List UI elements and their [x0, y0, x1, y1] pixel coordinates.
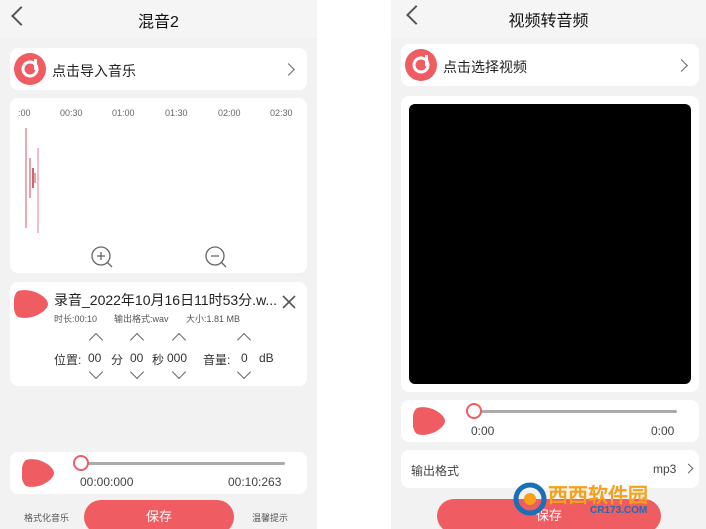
chevron-right-icon: [282, 63, 295, 76]
timeline-tick: 01:00: [112, 108, 135, 118]
second-down-icon[interactable]: [129, 364, 145, 380]
track-name: 录音_2022年10月16日11时53分.w...: [54, 292, 278, 308]
import-music-label: 点击导入音乐: [52, 63, 136, 79]
watermark-text: 西西软件园: [548, 485, 648, 507]
volume-value[interactable]: 0: [241, 351, 248, 365]
progress-knob[interactable]: [466, 403, 482, 419]
ms-value[interactable]: 000: [167, 351, 187, 365]
ms-down-icon[interactable]: [171, 364, 187, 380]
track-duration: 时长:00:10: [54, 314, 98, 324]
player-bar: 0:00 0:00: [401, 400, 699, 442]
track-play-icon[interactable]: [14, 287, 50, 321]
waveform-graphic: [25, 128, 39, 233]
progress-knob[interactable]: [73, 455, 89, 471]
zoom-in-icon[interactable]: [90, 245, 114, 274]
output-format-label: 输出格式: [411, 464, 460, 478]
video-panel: [401, 96, 699, 392]
second-value[interactable]: 00: [130, 351, 143, 365]
second-up-icon[interactable]: [129, 332, 145, 348]
page-title: 视频转音频: [508, 13, 589, 30]
minute-label: 分: [111, 353, 124, 367]
chevron-right-icon: [675, 59, 688, 72]
play-icon[interactable]: [22, 456, 56, 490]
watermark-logo-icon: [513, 482, 547, 516]
waveform-panel[interactable]: [10, 98, 307, 273]
chevron-right-icon: [683, 463, 694, 474]
import-music-row[interactable]: 点击导入音乐: [10, 48, 307, 90]
video-to-audio-screen: 视频转音频 点击选择视频 0:00 0:00 输出格式 mp3 保存: [391, 0, 706, 529]
track-size: 大小:1.81 MB: [186, 314, 241, 324]
top-bar: 视频转音频: [391, 0, 706, 38]
timeline-tick: 02:30: [270, 108, 293, 118]
select-video-label: 点击选择视频: [443, 59, 527, 75]
timeline-tick: :00: [18, 108, 31, 118]
minute-down-icon[interactable]: [88, 364, 104, 380]
timeline-tick: 01:30: [165, 108, 188, 118]
select-video-row[interactable]: 点击选择视频: [401, 44, 699, 86]
volume-up-icon[interactable]: [236, 332, 252, 348]
total-time: 0:00: [651, 424, 675, 438]
volume-down-icon[interactable]: [236, 364, 252, 380]
music-note-icon: [405, 49, 437, 81]
progress-track[interactable]: [80, 462, 285, 465]
current-time: 0:00: [471, 424, 495, 438]
position-label: 位置:: [54, 353, 82, 367]
track-card: 录音_2022年10月16日11时53分.w... 时长:00:10 输出格式:…: [10, 282, 307, 386]
current-time: 00:00:000: [80, 475, 134, 489]
ms-up-icon[interactable]: [171, 332, 187, 348]
format-music-link[interactable]: 格式化音乐: [24, 511, 69, 524]
volume-label: 音量:: [203, 353, 231, 367]
player-bar: 00:00:000 00:10:263: [10, 452, 307, 494]
minute-value[interactable]: 00: [88, 351, 101, 365]
tips-link[interactable]: 温馨提示: [252, 511, 288, 524]
page-title: 混音2: [138, 14, 179, 31]
minute-up-icon[interactable]: [88, 332, 104, 348]
watermark-sub: CR173.COM: [590, 505, 648, 516]
top-bar: 混音2: [0, 0, 317, 38]
zoom-out-icon[interactable]: [204, 245, 228, 274]
output-format-value: mp3: [653, 462, 677, 476]
mix-screen: 混音2 点击导入音乐 :00 00:30 01:00 01:30 02:00 0…: [0, 0, 317, 529]
progress-track[interactable]: [472, 410, 677, 413]
total-time: 00:10:263: [228, 475, 282, 489]
play-icon[interactable]: [413, 404, 447, 438]
video-preview[interactable]: [409, 104, 691, 384]
volume-unit: dB: [259, 351, 274, 365]
timeline-tick: 02:00: [218, 108, 241, 118]
watermark: 西西软件园 CR173.COM: [512, 479, 682, 519]
close-icon[interactable]: [281, 294, 297, 315]
timeline-tick: 00:30: [60, 108, 83, 118]
music-note-icon: [14, 53, 46, 85]
save-button[interactable]: 保存: [84, 500, 234, 529]
track-format: 输出格式:wav: [114, 314, 169, 324]
second-label: 秒: [152, 353, 165, 367]
